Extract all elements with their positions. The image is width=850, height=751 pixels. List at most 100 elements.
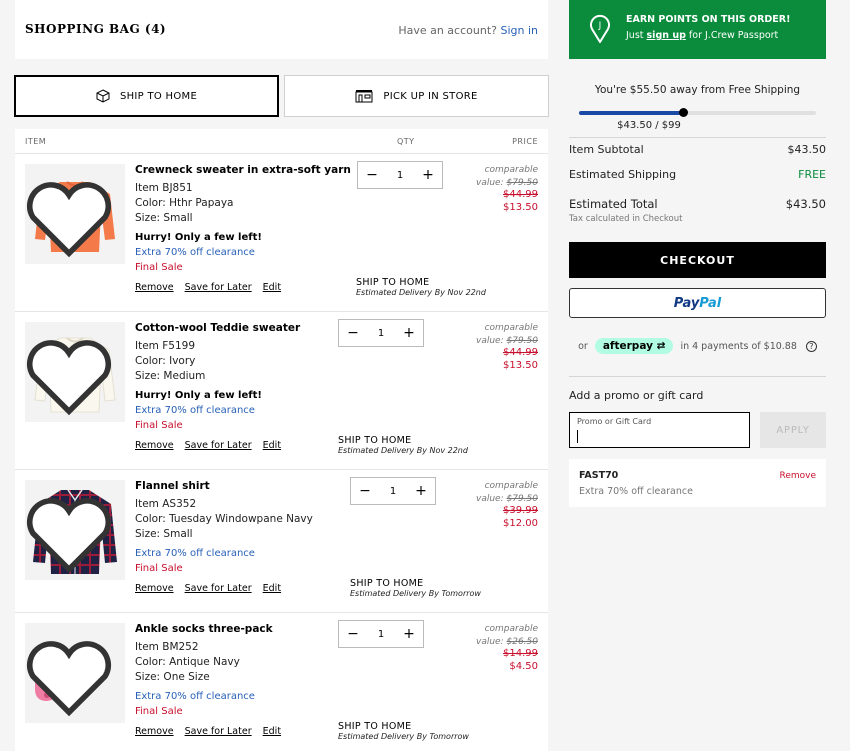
- remove-link[interactable]: Remove: [135, 583, 174, 594]
- help-icon[interactable]: ?: [805, 341, 817, 352]
- save-for-later-link[interactable]: Save for Later: [185, 282, 252, 293]
- quantity-stepper: − 1 +: [350, 477, 436, 505]
- quantity-value[interactable]: 1: [383, 486, 403, 497]
- promo-label: Extra 70% off clearance: [135, 405, 255, 416]
- pick-up-in-store-label: PICK UP IN STORE: [383, 90, 478, 102]
- decrease-quantity-button[interactable]: −: [345, 325, 361, 341]
- rewards-sign-up-link[interactable]: sign up: [647, 30, 686, 41]
- box-icon: [96, 89, 110, 103]
- product-name[interactable]: Crewneck sweater in extra-soft yarn: [135, 164, 351, 176]
- ship-method: SHIP TO HOME: [350, 578, 424, 589]
- remove-link[interactable]: Remove: [135, 282, 174, 293]
- quantity-stepper: − 1 +: [357, 161, 443, 189]
- sale-price: $4.50: [509, 660, 538, 672]
- increase-quantity-button[interactable]: +: [401, 325, 417, 341]
- comparable-value-label: value:: [476, 636, 504, 647]
- item-actions: Remove Save for Later Edit: [135, 440, 289, 451]
- ship-method: SHIP TO HOME: [338, 435, 412, 446]
- remove-link[interactable]: Remove: [135, 440, 174, 451]
- save-for-later-link[interactable]: Save for Later: [185, 440, 252, 451]
- decrease-quantity-button[interactable]: −: [364, 167, 380, 183]
- paypal-logo-pay: Pay: [673, 295, 700, 311]
- ship-method: SHIP TO HOME: [356, 277, 430, 288]
- favorite-heart-icon[interactable]: [19, 170, 119, 270]
- low-stock-notice: Hurry! Only a few left!: [135, 390, 262, 401]
- product-name[interactable]: Ankle socks three-pack: [135, 623, 273, 635]
- comparable-label: comparable: [484, 165, 538, 175]
- apply-promo-button[interactable]: APPLY: [760, 412, 826, 448]
- checkout-button[interactable]: CHECKOUT: [569, 242, 826, 278]
- promo-label: Extra 70% off clearance: [135, 548, 255, 559]
- delivery-estimate: Estimated Delivery By Tomorrow: [350, 589, 481, 598]
- bag-items: ITEM QTY PRICE Crewneck sweater in extra…: [15, 129, 548, 751]
- increase-quantity-button[interactable]: +: [401, 626, 417, 642]
- rewards-subtitle: Just sign up for J.Crew Passport: [626, 30, 778, 41]
- quantity-value[interactable]: 1: [371, 629, 391, 640]
- subtotal-value: $43.50: [787, 143, 827, 156]
- promo-code-input[interactable]: Promo or Gift Card: [569, 412, 750, 448]
- item-color: Color: Ivory: [135, 355, 196, 367]
- edit-link[interactable]: Edit: [263, 726, 281, 737]
- delivery-estimate: Estimated Delivery By Tomorrow: [338, 732, 469, 741]
- item-color: Color: Tuesday Windowpane Navy: [135, 513, 313, 525]
- free-shipping-message: You're $55.50 away from Free Shipping: [594, 84, 801, 96]
- item-actions: Remove Save for Later Edit: [135, 726, 289, 737]
- comparable-value-label: value:: [476, 177, 504, 188]
- delivery-estimate: Estimated Delivery By Nov 22nd: [338, 446, 468, 455]
- increase-quantity-button[interactable]: +: [413, 483, 429, 499]
- subtotal-row: Item Subtotal $43.50: [569, 143, 826, 156]
- product-image[interactable]: [25, 164, 125, 264]
- account-prompt-text: Have an account?: [398, 24, 497, 37]
- remove-promo-link[interactable]: Remove: [779, 471, 816, 481]
- favorite-heart-icon[interactable]: [19, 486, 119, 586]
- product-name[interactable]: Flannel shirt: [135, 480, 210, 492]
- comparable-value: $79.50: [506, 493, 539, 504]
- low-stock-notice: Hurry! Only a few left!: [135, 232, 262, 243]
- promo-placeholder: Promo or Gift Card: [577, 417, 652, 426]
- product-image[interactable]: [25, 623, 125, 723]
- rewards-banner: J EARN POINTS ON THIS ORDER! Just sign u…: [569, 0, 826, 59]
- edit-link[interactable]: Edit: [263, 583, 281, 594]
- remove-link[interactable]: Remove: [135, 726, 174, 737]
- product-name[interactable]: Cotton-wool Teddie sweater: [135, 322, 300, 334]
- passport-pin-icon: J: [590, 14, 610, 43]
- decrease-quantity-button[interactable]: −: [345, 626, 361, 642]
- total-value: $43.50: [785, 197, 826, 211]
- ship-to-home-button[interactable]: SHIP TO HOME: [14, 75, 279, 117]
- sign-in-link[interactable]: Sign in: [500, 24, 538, 37]
- bag-item: Ankle socks three-pack Item BM252 Color:…: [15, 613, 548, 751]
- bag-item: Crewneck sweater in extra-soft yarn Item…: [15, 154, 548, 312]
- product-image[interactable]: [25, 322, 125, 422]
- delivery-estimate: Estimated Delivery By Nov 22nd: [356, 288, 486, 297]
- applied-promo: FAST70 Extra 70% off clearance Remove: [569, 459, 826, 507]
- item-number: Item AS352: [135, 498, 197, 510]
- save-for-later-link[interactable]: Save for Later: [185, 726, 252, 737]
- progress-fill: [579, 111, 684, 115]
- decrease-quantity-button[interactable]: −: [357, 483, 373, 499]
- pick-up-in-store-button[interactable]: PICK UP IN STORE: [284, 75, 549, 117]
- save-for-later-link[interactable]: Save for Later: [185, 583, 252, 594]
- favorite-heart-icon[interactable]: [19, 328, 119, 428]
- final-sale-label: Final Sale: [135, 420, 183, 431]
- favorite-heart-icon[interactable]: [19, 629, 119, 729]
- paypal-logo-pal: Pal: [699, 295, 722, 311]
- edit-link[interactable]: Edit: [263, 440, 281, 451]
- final-sale-label: Final Sale: [135, 262, 183, 273]
- subtotal-label: Item Subtotal: [569, 143, 644, 156]
- quantity-value[interactable]: 1: [390, 170, 410, 181]
- quantity-stepper: − 1 +: [338, 620, 424, 648]
- edit-link[interactable]: Edit: [263, 282, 281, 293]
- promo-divider: [569, 376, 826, 377]
- increase-quantity-button[interactable]: +: [420, 167, 436, 183]
- paypal-button[interactable]: Pay Pal: [569, 288, 826, 318]
- item-size: Size: Small: [135, 212, 193, 224]
- rewards-title: EARN POINTS ON THIS ORDER!: [626, 14, 791, 25]
- store-icon: [355, 90, 373, 103]
- comparable-label: comparable: [484, 481, 538, 491]
- product-image[interactable]: [25, 480, 125, 580]
- shipping-info: SHIP TO HOME Estimated Delivery By Tomor…: [338, 721, 469, 741]
- item-size: Size: Medium: [135, 370, 206, 382]
- quantity-value[interactable]: 1: [371, 328, 391, 339]
- promo-title: Add a promo or gift card: [569, 389, 704, 402]
- free-shipping-progress-bar: [579, 108, 816, 117]
